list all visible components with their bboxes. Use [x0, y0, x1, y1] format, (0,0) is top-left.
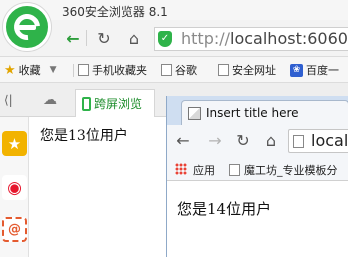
baidu-paw-icon: ❀ — [290, 63, 303, 77]
bookmark-label: 魔工坊_专业模板分 — [244, 164, 338, 177]
tab-label: 跨屏浏览 — [94, 97, 143, 111]
url-scheme: http:// — [181, 29, 231, 48]
bookmark-mobile[interactable]: 手机收藏夹 — [78, 62, 147, 78]
tab-cross-screen[interactable]: 跨屏浏览 — [75, 89, 155, 117]
app-title: 360安全浏览器 8.1 — [62, 5, 168, 19]
inner-titlebar: Insert title here — [167, 96, 348, 125]
phone-icon — [82, 96, 91, 111]
home-icon[interactable]: ⌂ — [123, 27, 145, 49]
outer-bookmarks-bar: ★ 收藏 ▼ 手机收藏夹 谷歌 安全网址 ❀ 百度一 — [0, 57, 348, 83]
outer-toolbar: ← ↻ ⌂ ✓ http://localhost:6060/fi — [0, 20, 348, 57]
bookmark-label: 手机收藏夹 — [92, 64, 147, 77]
favorites-star-icon[interactable]: ★ — [2, 131, 27, 156]
forward-arrow-icon[interactable]: → — [205, 130, 225, 150]
apps-grid-icon — [175, 163, 187, 175]
inner-browser-window: Insert title here ← → ↻ ⌂ local 应用 魔工坊_专… — [166, 96, 348, 257]
bookmark-google[interactable]: 谷歌 — [161, 62, 197, 78]
bookmark-favorites[interactable]: ★ 收藏 ▼ — [4, 62, 57, 78]
reload-icon[interactable]: ↻ — [93, 27, 115, 49]
star-icon: ★ — [4, 62, 16, 78]
page-icon — [293, 135, 304, 148]
document-icon — [188, 106, 201, 120]
page-icon — [78, 64, 89, 76]
bookmark-template-site[interactable]: 魔工坊_专业模板分 — [229, 162, 338, 178]
bookmark-baidu[interactable]: ❀ 百度一 — [290, 62, 339, 78]
shield-icon: ✓ — [158, 31, 172, 47]
sidebar-toggle-icon[interactable]: ⟨| — [4, 93, 13, 107]
inner-page-text: 您是14位用户 — [177, 200, 272, 218]
inner-address-url[interactable]: local — [311, 131, 348, 151]
bookmark-label: 谷歌 — [175, 64, 197, 77]
left-sidebar: ★ ◉ @ — [0, 117, 29, 257]
reload-icon[interactable]: ↻ — [233, 130, 253, 150]
address-bar[interactable]: ✓ http://localhost:6060/fi — [154, 27, 348, 51]
inner-tab-title: Insert title here — [206, 106, 299, 120]
bookmark-apps[interactable]: 应用 — [193, 162, 215, 178]
chevron-down-icon[interactable]: ▼ — [50, 65, 57, 75]
bookmark-label: 安全网址 — [232, 64, 276, 77]
back-arrow-icon[interactable]: ← — [62, 27, 84, 49]
bookmark-separator — [73, 64, 74, 77]
outer-titlebar: 360安全浏览器 8.1 — [0, 0, 348, 20]
browser-logo-icon — [3, 3, 51, 51]
outer-page-text: 您是13位用户 — [40, 128, 128, 144]
inner-tab[interactable]: Insert title here — [181, 100, 348, 125]
inner-bookmarks-bar: 应用 魔工坊_专业模板分 — [167, 157, 348, 181]
mail-icon[interactable]: @ — [2, 217, 27, 242]
back-arrow-icon[interactable]: ← — [173, 130, 193, 150]
url-host: localhost:6060/fi — [230, 29, 348, 48]
bookmark-label: 百度一 — [306, 64, 339, 77]
bookmark-safe-sites[interactable]: 安全网址 — [218, 62, 276, 78]
page-icon — [229, 164, 240, 176]
address-url[interactable]: http://localhost:6060/fi — [181, 28, 348, 50]
home-icon[interactable]: ⌂ — [261, 130, 281, 150]
page-icon — [161, 64, 172, 76]
weibo-icon[interactable]: ◉ — [2, 175, 27, 200]
toolbar-separator — [86, 30, 87, 46]
bookmark-label: 应用 — [193, 164, 215, 177]
bookmark-label: 收藏 — [18, 64, 41, 77]
cloud-icon[interactable]: ☁ — [43, 92, 57, 108]
inner-address-bar[interactable]: local — [288, 129, 348, 153]
page-icon — [218, 64, 229, 76]
inner-toolbar: ← → ↻ ⌂ local — [167, 125, 348, 157]
